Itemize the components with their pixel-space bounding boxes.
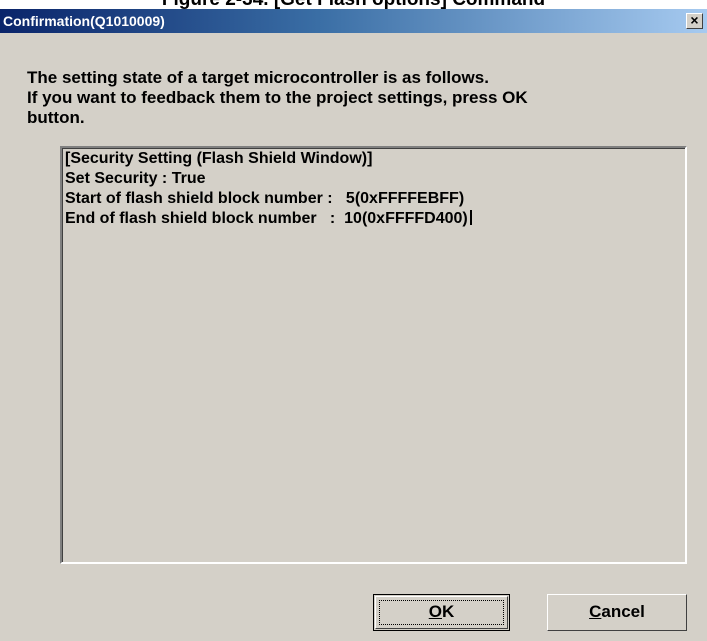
settings-line: Set Security : True bbox=[65, 170, 206, 187]
settings-text-area[interactable]: [Security Setting (Flash Shield Window)]… bbox=[60, 146, 687, 564]
settings-line: Start of flash shield block number : 5(0… bbox=[65, 190, 465, 207]
confirmation-message: The setting state of a target microcontr… bbox=[27, 68, 687, 128]
title-bar[interactable]: Confirmation(Q1010009) × bbox=[0, 9, 707, 33]
cancel-button[interactable]: Cancel bbox=[547, 594, 687, 631]
settings-text-content: [Security Setting (Flash Shield Window)]… bbox=[65, 149, 472, 229]
settings-line: [Security Setting (Flash Shield Window)] bbox=[65, 150, 373, 167]
text-caret bbox=[469, 210, 472, 225]
message-line: button. bbox=[27, 108, 85, 127]
window-title: Confirmation(Q1010009) bbox=[3, 13, 165, 29]
cancel-button-label: Cancel bbox=[589, 602, 645, 621]
message-line: If you want to feedback them to the proj… bbox=[27, 88, 528, 107]
confirmation-dialog: Confirmation(Q1010009) × The setting sta… bbox=[0, 9, 707, 641]
close-button[interactable]: × bbox=[686, 13, 703, 29]
ok-button[interactable]: OK bbox=[373, 594, 510, 631]
ok-button-label: OK bbox=[428, 602, 455, 621]
settings-line: End of flash shield block number : 10(0x… bbox=[65, 210, 468, 227]
close-icon: × bbox=[690, 12, 699, 28]
message-line: The setting state of a target microcontr… bbox=[27, 68, 489, 87]
